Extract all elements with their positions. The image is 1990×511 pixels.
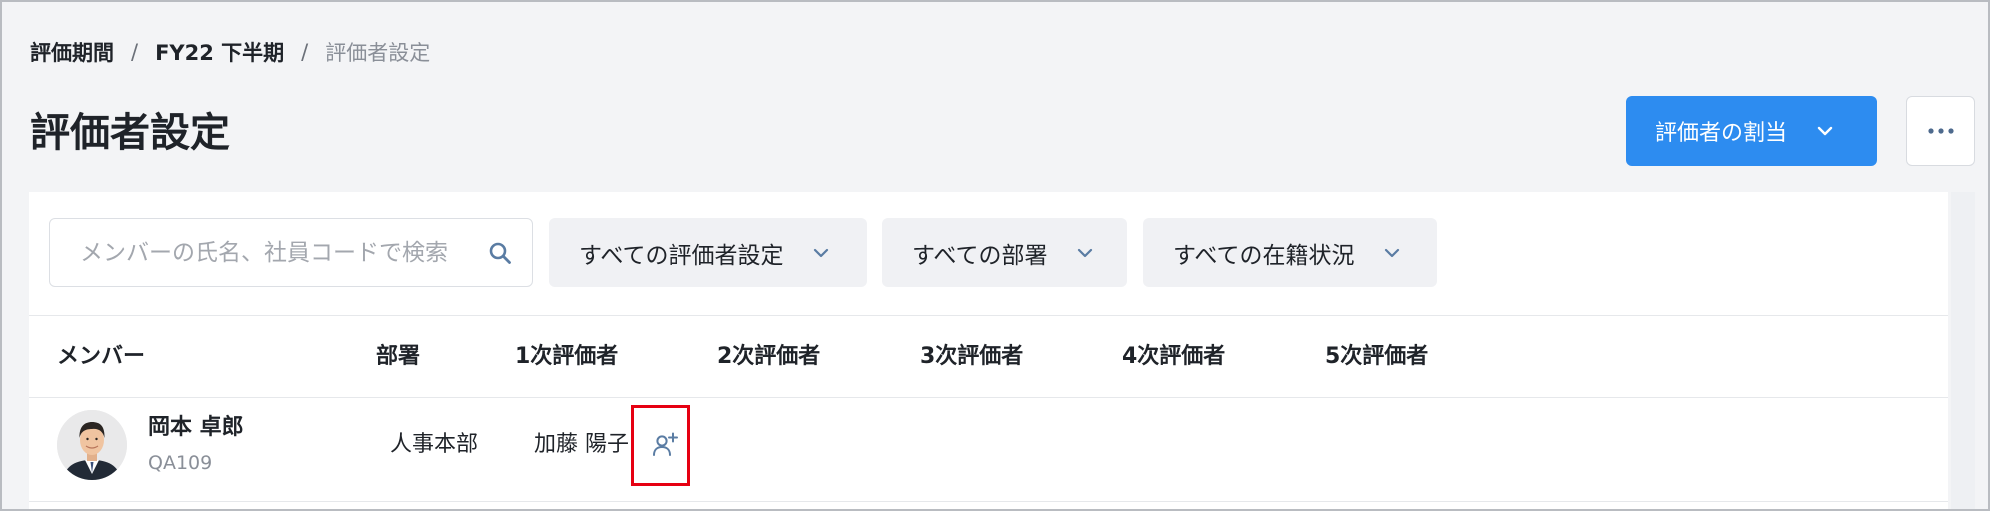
column-header-evaluator-5: 5次評価者 xyxy=(1325,344,1429,369)
member-department: 人事本部 xyxy=(390,432,479,457)
page-title: 評価者設定 xyxy=(30,110,230,156)
breadcrumb-item-current: 評価者設定 xyxy=(325,41,431,65)
more-horizontal-icon xyxy=(1927,128,1954,134)
breadcrumb-separator: / xyxy=(131,40,139,64)
column-header-member: メンバー xyxy=(57,344,146,369)
divider xyxy=(29,501,1948,502)
column-header-evaluator-4: 4次評価者 xyxy=(1122,344,1226,369)
evaluator-setting-filter-label: すべての評価者設定 xyxy=(579,242,784,269)
chevron-down-icon xyxy=(1078,248,1093,257)
assign-evaluator-label: 評価者の割当 xyxy=(1655,121,1788,146)
member-name[interactable]: 岡本 卓郎 xyxy=(148,411,244,445)
evaluator-1-name: 加藤 陽子 xyxy=(534,432,629,457)
assign-evaluator-button[interactable]: 評価者の割当 xyxy=(1626,96,1877,166)
employment-status-filter-label: すべての在籍状況 xyxy=(1173,242,1355,269)
search-icon[interactable] xyxy=(488,241,512,265)
column-header-evaluator-1: 1次評価者 xyxy=(515,344,619,369)
column-header-department: 部署 xyxy=(376,344,421,369)
divider xyxy=(29,315,1948,316)
evaluator-table-card: すべての評価者設定 すべての部署 すべての在籍状況 メンバー 部署 1次評価者 … xyxy=(29,192,1948,511)
chevron-down-icon xyxy=(1817,126,1833,136)
department-filter-label: すべての部署 xyxy=(912,242,1048,269)
evaluator-setting-filter[interactable]: すべての評価者設定 xyxy=(549,218,867,287)
avatar xyxy=(57,410,127,480)
breadcrumb-item-evaluation-period[interactable]: 評価期間 xyxy=(30,37,114,67)
breadcrumb-separator: / xyxy=(301,40,309,64)
employment-status-filter[interactable]: すべての在籍状況 xyxy=(1143,218,1437,287)
member-code: QA109 xyxy=(148,452,213,474)
add-person-icon[interactable] xyxy=(651,431,679,459)
scrollbar-track[interactable] xyxy=(1951,192,1975,511)
chevron-down-icon xyxy=(814,248,829,257)
column-header-evaluator-2: 2次評価者 xyxy=(717,344,821,369)
department-filter[interactable]: すべての部署 xyxy=(882,218,1127,287)
member-search xyxy=(49,218,533,287)
breadcrumb-item-fy22-h2[interactable]: FY22 下半期 xyxy=(155,37,284,67)
column-header-evaluator-3: 3次評価者 xyxy=(920,344,1024,369)
chevron-down-icon xyxy=(1385,248,1400,257)
more-options-button[interactable] xyxy=(1906,96,1975,166)
member-search-input[interactable] xyxy=(50,219,532,286)
breadcrumb: 評価期間 / FY22 下半期 / 評価者設定 xyxy=(30,36,430,68)
divider xyxy=(29,397,1948,398)
